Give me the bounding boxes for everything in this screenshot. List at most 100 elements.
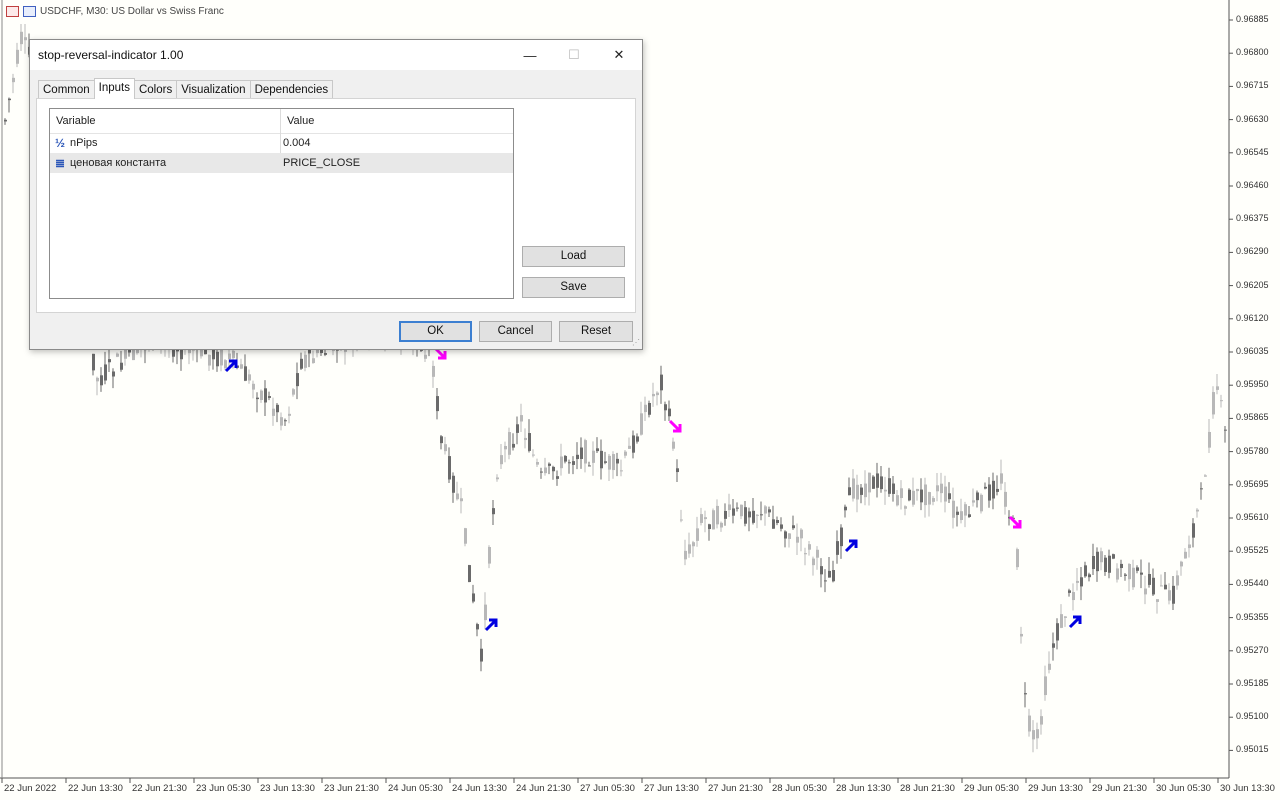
candle-body: [248, 374, 251, 381]
variable-column-header[interactable]: Variable: [56, 115, 96, 127]
candle-body: [1104, 557, 1107, 572]
candle-body: [476, 624, 479, 630]
candle-body: [920, 489, 923, 503]
candle-body: [928, 492, 931, 505]
candle-body: [940, 483, 943, 494]
candle-body: [1108, 555, 1111, 573]
candle-body: [944, 486, 947, 502]
price-tick-label: 0.95695: [1236, 478, 1269, 489]
price-tick-label: 0.96290: [1236, 246, 1269, 257]
value-field[interactable]: PRICE_CLOSE: [283, 157, 360, 169]
candle-body: [660, 374, 663, 391]
time-tick-label: 24 Jun 13:30: [452, 783, 507, 794]
candle-body: [1168, 590, 1171, 601]
ok-button[interactable]: OK: [399, 321, 472, 342]
price-tick-label: 0.95270: [1236, 644, 1269, 655]
reset-button[interactable]: Reset: [559, 321, 633, 342]
candle-body: [1120, 563, 1123, 569]
candle-body: [300, 358, 303, 369]
candle-body: [704, 517, 707, 520]
candle-body: [652, 393, 655, 397]
grid-header: Variable Value: [50, 109, 513, 134]
candle-body: [16, 49, 19, 64]
candle-body: [512, 443, 515, 448]
candle-body: [632, 435, 635, 453]
candle-body: [784, 531, 787, 539]
candle-body: [1000, 473, 1003, 484]
price-tick-label: 0.96885: [1236, 14, 1269, 24]
candle-body: [8, 98, 11, 101]
tab-common[interactable]: Common: [38, 80, 95, 99]
load-button[interactable]: Load: [522, 246, 625, 267]
value-column-header[interactable]: Value: [287, 115, 314, 127]
candle-body: [1152, 577, 1155, 595]
tab-dependencies[interactable]: Dependencies: [249, 80, 334, 99]
candle-body: [1216, 386, 1219, 390]
candle-body: [1116, 568, 1119, 580]
inputs-tab-panel: Variable Value ½ nPips 0.004 ≣ ценовая к…: [36, 98, 636, 313]
resize-grip-icon[interactable]: ⋰: [632, 338, 640, 347]
close-icon: ✕: [613, 47, 625, 62]
dialog-titlebar[interactable]: stop-reversal-indicator 1.00 — ☐ ✕: [30, 40, 642, 70]
candle-body: [220, 349, 223, 366]
candle-body: [272, 408, 275, 416]
candle-body: [1132, 567, 1135, 588]
candle-body: [252, 383, 255, 390]
candle-body: [444, 444, 447, 452]
candle-body: [1016, 549, 1019, 568]
candle-body: [836, 541, 839, 555]
candle-body: [736, 507, 739, 509]
inputs-grid[interactable]: Variable Value ½ nPips 0.004 ≣ ценовая к…: [49, 108, 514, 299]
candle-body: [800, 529, 803, 539]
chart-menu-icon[interactable]: [6, 6, 19, 17]
candle-body: [260, 390, 263, 400]
close-button[interactable]: ✕: [596, 40, 642, 70]
candle-body: [696, 528, 699, 541]
candle-body: [892, 483, 895, 494]
price-tick-label: 0.95355: [1236, 611, 1269, 622]
candle-body: [720, 522, 723, 528]
minimize-button[interactable]: —: [507, 40, 553, 70]
grid-row-npips[interactable]: ½ nPips 0.004: [50, 133, 513, 153]
candle-body: [872, 476, 875, 489]
candle-body: [468, 565, 471, 582]
candle-body: [92, 353, 95, 371]
candle-body: [936, 485, 939, 492]
candle-body: [20, 31, 23, 45]
candle-body: [508, 432, 511, 455]
candle-body: [684, 550, 687, 560]
time-tick-label: 27 Jun 13:30: [644, 783, 699, 794]
candle-body: [740, 504, 743, 517]
candle-body: [1148, 573, 1151, 585]
candle-body: [256, 397, 259, 400]
value-field[interactable]: 0.004: [283, 137, 311, 149]
grid-row-price-constant[interactable]: ≣ ценовая константа PRICE_CLOSE: [50, 153, 513, 173]
save-button[interactable]: Save: [522, 277, 625, 298]
candle-body: [1156, 599, 1159, 602]
cancel-button[interactable]: Cancel: [479, 321, 552, 342]
candle-body: [224, 360, 227, 368]
candle-body: [820, 566, 823, 575]
candle-body: [268, 396, 271, 398]
tab-visualization[interactable]: Visualization: [176, 80, 251, 99]
fraction-icon: ½: [55, 136, 66, 150]
candle-body: [840, 527, 843, 547]
time-tick-label: 23 Jun 21:30: [324, 783, 379, 794]
chart-type-icon[interactable]: [23, 6, 36, 17]
candle-body: [1176, 575, 1179, 586]
candle-body: [496, 477, 499, 480]
candle-body: [1028, 715, 1031, 732]
candle-body: [816, 549, 819, 558]
candle-body: [1080, 577, 1083, 587]
time-tick-label: 27 Jun 05:30: [580, 783, 635, 794]
candle-body: [1188, 544, 1191, 549]
tab-inputs[interactable]: Inputs: [93, 78, 135, 99]
price-tick-label: 0.96460: [1236, 180, 1269, 190]
candle-body: [536, 462, 539, 465]
tab-colors[interactable]: Colors: [133, 80, 178, 99]
candle-body: [716, 505, 719, 525]
candle-body: [620, 470, 623, 472]
candle-body: [108, 359, 111, 363]
candle-body: [1092, 555, 1095, 570]
candle-body: [1140, 572, 1143, 575]
